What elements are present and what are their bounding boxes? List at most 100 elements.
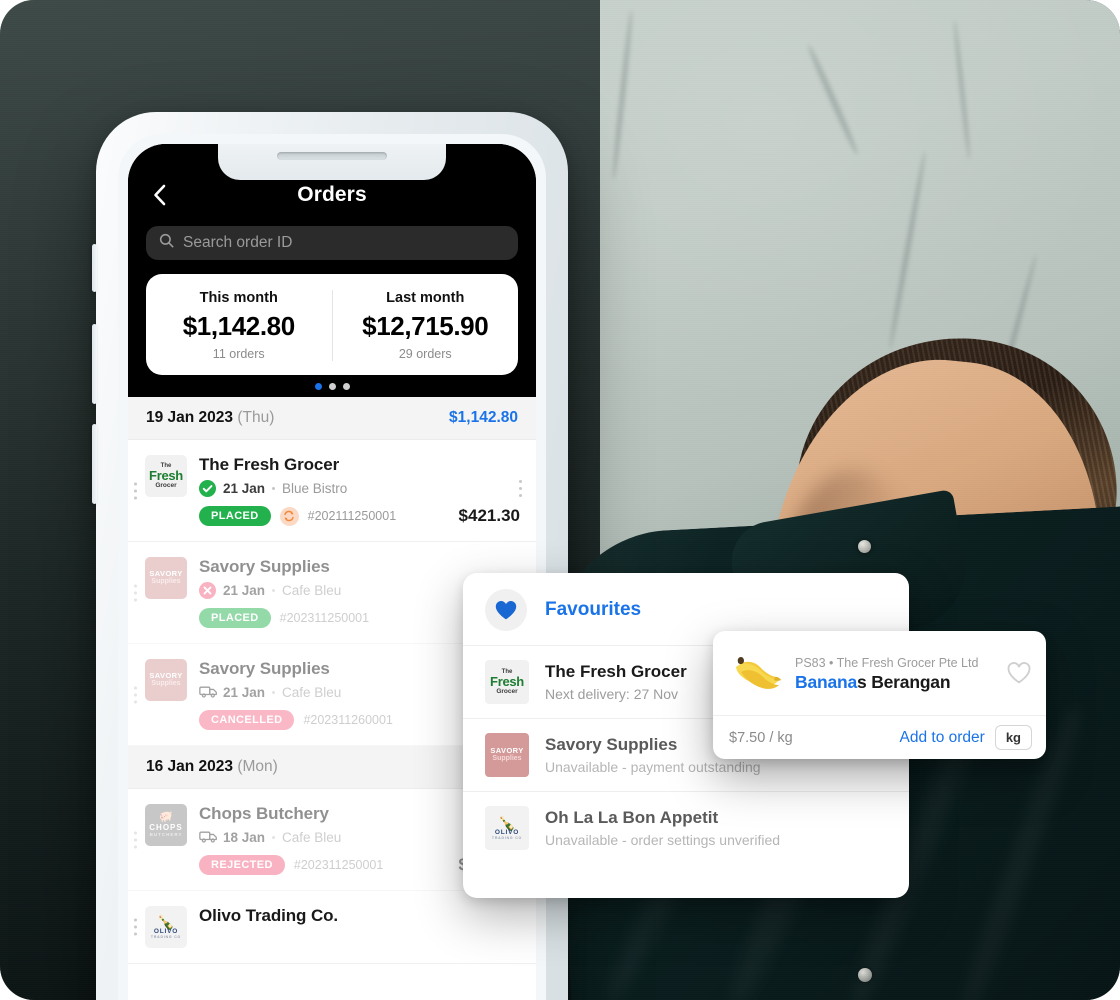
stat-label: This month [199, 290, 278, 306]
delivery-truck-icon [199, 829, 217, 846]
order-date: 21 Jan [223, 583, 266, 598]
pagination-dot[interactable] [342, 382, 350, 390]
separator-dot [272, 487, 276, 490]
repeat-icon [279, 506, 299, 526]
day-date: 19 Jan 2023 (Thu) [146, 409, 274, 427]
stat-last-month: Last month $12,715.90 29 orders [331, 290, 519, 361]
day-date-text: 19 Jan 2023 [146, 409, 234, 426]
favourite-vendor-sub: Unavailable - payment outstanding [545, 759, 761, 775]
row-more-menu-icon[interactable] [519, 480, 522, 497]
summary-card[interactable]: This month $1,142.80 11 orders Last mont… [146, 274, 518, 375]
bottle-icon: 🍾 [157, 913, 175, 930]
stat-value: $12,715.90 [362, 311, 489, 341]
pagination-dot[interactable] [328, 382, 336, 390]
favourite-vendor-name: Oh La La Bon Appetit [545, 808, 719, 827]
status-badge: REJECTED [199, 855, 285, 875]
product-name-match: Banana [795, 671, 858, 692]
favourite-vendor-sub: Next delivery: 27 Nov [545, 686, 679, 702]
stat-order-count: 29 orders [398, 347, 452, 361]
savory-supplies-logo: SAVORY Supplies [485, 733, 529, 777]
drag-handle-icon[interactable] [134, 918, 137, 936]
list-item[interactable]: 🍾 OLIVO TRADING CO Oh La La Bon Appetit … [463, 791, 909, 864]
drag-handle-icon[interactable] [134, 686, 137, 703]
olivo-trading-logo: 🍾 OLIVO TRADING CO [145, 906, 187, 948]
chops-butchery-logo: 🐖 CHOPS BUTCHERY [145, 804, 187, 846]
check-circle-icon [199, 480, 216, 497]
drag-handle-icon[interactable] [134, 482, 137, 499]
bottle-icon: 🍾 [498, 814, 516, 831]
stat-label: Last month [386, 290, 465, 306]
order-outlet: Cafe Bleu [282, 830, 342, 845]
unit-selector[interactable]: kg [994, 725, 1032, 750]
stat-this-month: This month $1,142.80 11 orders [146, 290, 332, 361]
earpiece-speaker [277, 152, 387, 160]
fresh-grocer-logo: The Fresh Grocer [145, 455, 187, 497]
separator-dot [272, 836, 276, 839]
order-vendor-name: Savory Supplies [199, 659, 330, 678]
phone-volume-down-button[interactable] [92, 424, 97, 504]
drag-handle-icon[interactable] [134, 584, 137, 601]
savory-supplies-logo: SAVORY Supplies [145, 659, 187, 701]
order-outlet: Cafe Bleu [282, 583, 342, 598]
scene-root: Orders Search order ID This month $1,142… [0, 0, 1120, 1000]
product-card-top: PS83 • The Fresh Grocer Pte Ltd Bananas … [713, 631, 1046, 715]
savory-supplies-logo: SAVORY Supplies [145, 557, 187, 599]
product-price: $7.50 / kg [729, 729, 793, 746]
page-title: Orders [297, 183, 367, 206]
product-card-bottom: $7.50 / kg Add to order kg [713, 715, 1046, 759]
day-of-week: (Mon) [237, 758, 278, 775]
heart-outline-icon[interactable] [1006, 661, 1032, 687]
order-vendor-name: Savory Supplies [199, 557, 330, 576]
pagination-dot[interactable] [314, 382, 322, 390]
order-vendor-name: The Fresh Grocer [199, 455, 340, 474]
table-row[interactable]: The Fresh Grocer The Fresh Grocer 21 Jan… [128, 440, 536, 542]
order-date: 21 Jan [223, 685, 266, 700]
product-sku-line: PS83 • The Fresh Grocer Pte Ltd [795, 655, 979, 670]
order-id: #202311250001 [293, 858, 384, 872]
search-bar-wrapper [146, 226, 518, 260]
day-date-text: 16 Jan 2023 [146, 758, 234, 775]
product-card[interactable]: PS83 • The Fresh Grocer Pte Ltd Bananas … [713, 631, 1046, 759]
carousel-pagination[interactable] [128, 375, 536, 397]
phone-notch [218, 144, 446, 180]
phone-volume-up-button[interactable] [92, 324, 97, 404]
heart-filled-icon [485, 589, 527, 631]
favourite-vendor-name: The Fresh Grocer [545, 662, 687, 681]
stat-value: $1,142.80 [182, 311, 295, 341]
day-of-week: (Thu) [237, 409, 275, 426]
stats-zone: This month $1,142.80 11 orders Last mont… [128, 274, 536, 397]
order-outlet: Cafe Bleu [282, 685, 342, 700]
phone-mute-switch[interactable] [92, 244, 97, 292]
search-input[interactable] [183, 234, 505, 252]
order-id: #202311250001 [279, 611, 370, 625]
order-vendor-name: Chops Butchery [199, 804, 329, 823]
day-date: 16 Jan 2023 (Mon) [146, 758, 278, 776]
order-amount: $421.30 [458, 506, 520, 525]
search-box[interactable] [146, 226, 518, 260]
drag-handle-icon[interactable] [134, 831, 137, 848]
status-badge: PLACED [199, 506, 271, 526]
chevron-left-icon[interactable] [146, 182, 172, 208]
olivo-trading-logo: 🍾 OLIVO TRADING CO [485, 806, 529, 850]
bananas-image [729, 653, 785, 695]
table-row[interactable]: 🍾 OLIVO TRADING CO Olivo Trading Co. [128, 891, 536, 964]
day-group-header: 19 Jan 2023 (Thu) $1,142.80 [128, 397, 536, 440]
separator-dot [272, 691, 276, 694]
order-outlet: Blue Bistro [282, 481, 348, 496]
delivery-truck-icon [199, 684, 217, 701]
search-icon [159, 233, 174, 253]
order-id: #202311260001 [303, 713, 393, 727]
cancel-circle-icon [199, 582, 216, 599]
order-date: 18 Jan [223, 830, 266, 845]
order-vendor-name: Olivo Trading Co. [199, 906, 339, 925]
favourites-title: Favourites [545, 599, 642, 620]
order-id: #202111250001 [307, 509, 397, 523]
order-date: 21 Jan [223, 481, 266, 496]
separator-dot [272, 589, 276, 592]
product-name-rest: s Berangan [857, 671, 951, 692]
status-badge: PLACED [199, 608, 271, 628]
shirt-button-lower [858, 968, 872, 982]
status-badge: CANCELLED [199, 710, 295, 730]
add-to-order-button[interactable]: Add to order [900, 729, 985, 747]
shirt-button [858, 540, 871, 553]
